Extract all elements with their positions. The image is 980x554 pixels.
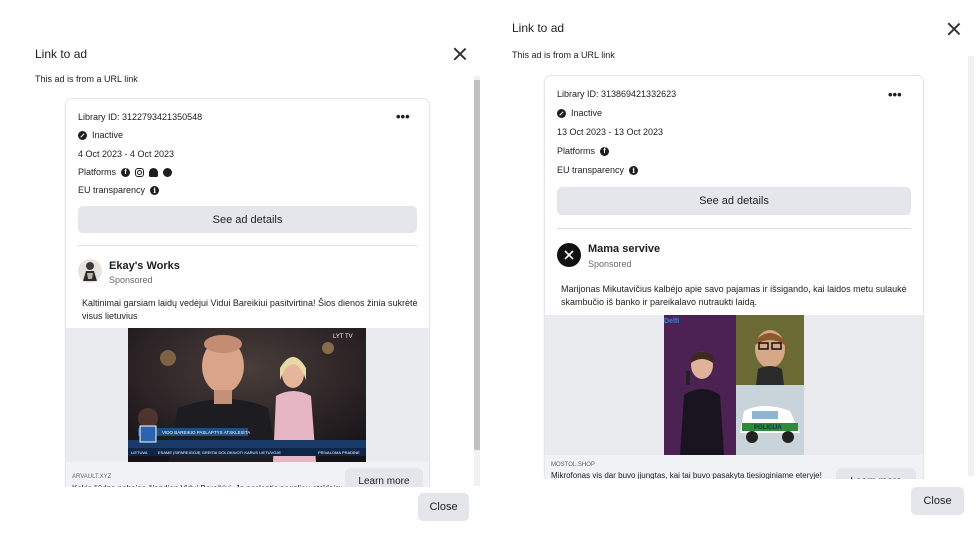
inactive-icon bbox=[557, 108, 566, 118]
modal-footer bbox=[490, 479, 980, 554]
ad-media[interactable]: LYT TV VIDO BAREIKIO PASLAPTYS ATSKLEIST… bbox=[66, 328, 429, 462]
more-options-icon[interactable]: ••• bbox=[888, 88, 902, 101]
ad-body-text: Marijonas Mikutavičius kalbėjo apie savo… bbox=[561, 284, 907, 307]
modal-title: Link to ad bbox=[512, 21, 565, 35]
facebook-icon: f bbox=[600, 146, 610, 156]
ad-image: Delfi POLICIJA bbox=[664, 315, 804, 455]
divider bbox=[557, 228, 911, 229]
platforms-row: Platforms f bbox=[557, 146, 610, 156]
media-tv-tag: LYT TV bbox=[333, 334, 353, 340]
eu-transparency-row[interactable]: EU transparency i bbox=[78, 185, 160, 195]
inactive-icon bbox=[78, 130, 87, 140]
close-button[interactable]: Close bbox=[911, 487, 964, 515]
date-range: 4 Oct 2023 - 4 Oct 2023 bbox=[78, 149, 174, 159]
link-to-ad-modal-left: Link to ad This ad is from a URL link Li… bbox=[0, 0, 490, 554]
status-row: Inactive bbox=[78, 130, 123, 140]
library-id: Library ID: 313869421332623 bbox=[557, 89, 676, 99]
page-name[interactable]: Mama servive bbox=[588, 243, 660, 255]
page-name[interactable]: Ekay's Works bbox=[109, 260, 180, 272]
platforms-label: Platforms bbox=[78, 167, 117, 177]
ad-card: Library ID: 3122793421350548 ••• Inactiv… bbox=[66, 99, 429, 499]
info-icon[interactable]: i bbox=[150, 185, 160, 195]
link-to-ad-modal-right: Link to ad This ad is from a URL link Li… bbox=[490, 0, 980, 554]
platforms-row: Platforms f bbox=[78, 167, 173, 177]
library-id-text: Library ID: 313869421332623 bbox=[557, 89, 677, 99]
media-ticker-2: ESAME ĮSIPAREIGOJĘ GREITAI DOLOKIUOTI KA… bbox=[158, 450, 281, 455]
page-avatar[interactable] bbox=[78, 259, 102, 283]
eu-transparency-label: EU transparency bbox=[78, 185, 146, 195]
status-row: Inactive bbox=[557, 108, 602, 118]
eu-transparency-row[interactable]: EU transparency i bbox=[557, 165, 639, 175]
media-ticker-3: PRIVALOMA PRADINE bbox=[318, 450, 360, 455]
close-button[interactable]: Close bbox=[418, 493, 469, 521]
modal-subtitle: This ad is from a URL link bbox=[35, 74, 138, 84]
info-icon[interactable]: i bbox=[629, 165, 639, 175]
close-icon[interactable] bbox=[947, 22, 961, 36]
date-range: 13 Oct 2023 - 13 Oct 2023 bbox=[557, 127, 663, 137]
ad-body-text: Kaltinimai garsiam laidų vedėjui Vidui B… bbox=[82, 298, 418, 321]
modal-subtitle: This ad is from a URL link bbox=[512, 50, 615, 60]
close-icon[interactable] bbox=[453, 47, 467, 61]
avatar-figure bbox=[83, 262, 97, 281]
audience-network-icon bbox=[149, 167, 159, 177]
more-options-icon[interactable]: ••• bbox=[396, 110, 410, 123]
see-ad-details-button[interactable]: See ad details bbox=[78, 206, 417, 233]
library-id: Library ID: 3122793421350548 bbox=[78, 112, 202, 122]
avatar-logo bbox=[564, 250, 574, 260]
messenger-icon bbox=[163, 167, 173, 177]
ad-card: Library ID: 313869421332623 ••• Inactive… bbox=[545, 76, 923, 486]
footer-domain: ARVAULT.XYZ bbox=[72, 474, 112, 480]
modal-title: Link to ad bbox=[35, 47, 88, 61]
date-range-text: 4 Oct 2023 - 4 Oct 2023 bbox=[78, 149, 175, 159]
ad-image: LYT TV VIDO BAREIKIO PASLAPTYS ATSKLEIST… bbox=[128, 328, 366, 462]
divider bbox=[78, 245, 417, 246]
status-text: Inactive bbox=[571, 108, 603, 118]
media-police-text: POLICIJA bbox=[754, 425, 782, 431]
sponsored-label: Sponsored bbox=[109, 275, 153, 285]
media-brand: Delfi bbox=[664, 318, 679, 325]
date-range-text: 13 Oct 2023 - 13 Oct 2023 bbox=[557, 127, 664, 137]
sponsored-label: Sponsored bbox=[588, 259, 632, 269]
media-ticker-badge: LIETUVA bbox=[131, 450, 148, 455]
scrollbar-track[interactable] bbox=[968, 56, 974, 476]
see-ad-details-button[interactable]: See ad details bbox=[557, 187, 911, 215]
ad-media[interactable]: Delfi POLICIJA bbox=[545, 315, 923, 455]
instagram-icon bbox=[135, 167, 145, 177]
eu-transparency-label: EU transparency bbox=[557, 165, 625, 175]
platforms-label: Platforms bbox=[557, 146, 596, 156]
library-id-text: Library ID: 3122793421350548 bbox=[78, 112, 203, 122]
footer-domain: MOSTOL.SHOP bbox=[551, 462, 595, 468]
scrollbar-thumb[interactable] bbox=[474, 80, 480, 450]
modal-footer bbox=[0, 487, 490, 554]
status-text: Inactive bbox=[92, 130, 124, 140]
facebook-icon: f bbox=[121, 167, 131, 177]
media-ticker-1: VIDO BAREIKIO PASLAPTYS ATSKLEISTA bbox=[162, 430, 250, 435]
page-avatar[interactable] bbox=[557, 243, 581, 267]
